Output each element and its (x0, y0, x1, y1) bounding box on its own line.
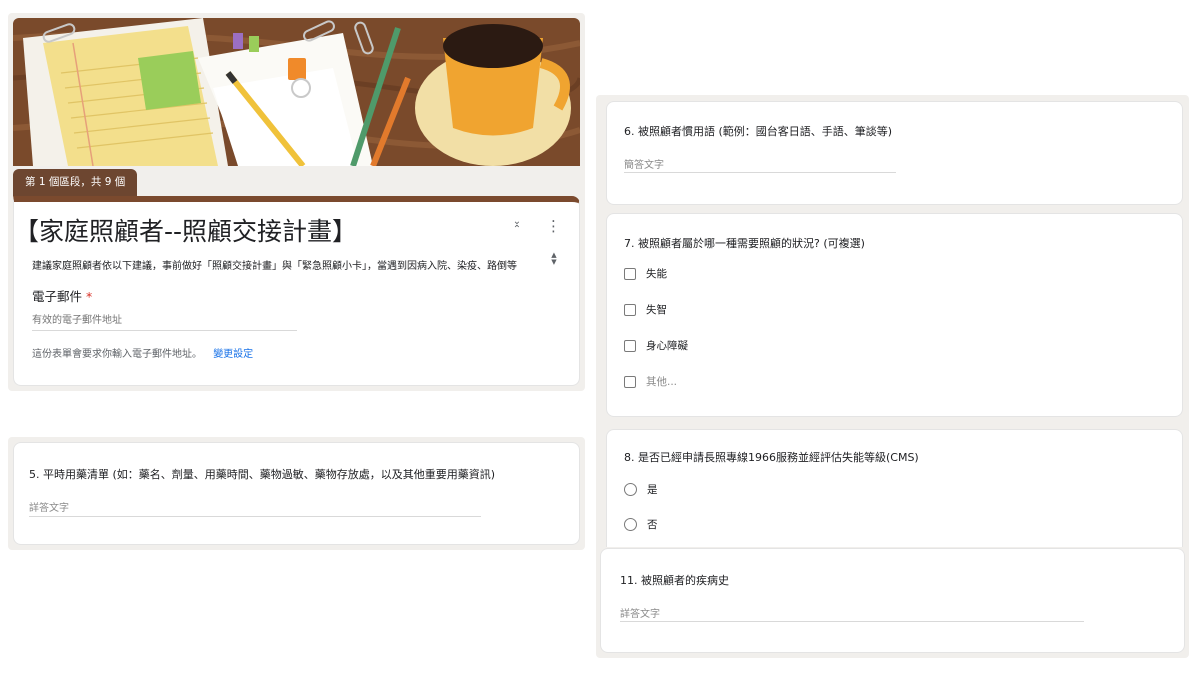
question-5-card: 5. 平時用藥清單 (如：藥名、劑量、用藥時間、藥物過敏、藥物存放處，以及其他重… (13, 442, 580, 545)
form-header-panel: 第 1 個區段，共 9 個 【家庭照顧者--照顧交接計畫】 ⌄ ⌃ ⋮ 建議家庭照… (8, 13, 585, 391)
question-5-underline (29, 516, 481, 517)
right-questions-panel: 6. 被照顧者慣用語 (範例：國台客日語、手語、筆談等) 簡答文字 7. 被照顧… (596, 95, 1189, 658)
form-description[interactable]: 建議家庭照顧者依以下建議，事前做好「照顧交接計畫」與「緊急照顧小卡」，當遇到因病… (32, 254, 562, 270)
question-11-answer[interactable]: 詳答文字 (620, 605, 660, 620)
checkbox-icon[interactable] (624, 267, 636, 280)
required-mark: * (86, 289, 93, 304)
question-5-panel: 5. 平時用藥清單 (如：藥名、劑量、用藥時間、藥物過敏、藥物存放處，以及其他重… (8, 437, 585, 550)
email-note: 這份表單會要求你輸入電子郵件地址。 變更設定 (32, 345, 253, 360)
question-11-underline (620, 621, 1084, 622)
question-5-title: 5. 平時用藥清單 (如：藥名、劑量、用藥時間、藥物過敏、藥物存放處，以及其他重… (29, 468, 496, 481)
collapse-icon[interactable]: ⌄ ⌃ (510, 217, 524, 236)
option-yes[interactable]: 是 (624, 482, 658, 497)
checkbox-icon[interactable] (624, 375, 636, 388)
radio-icon[interactable] (624, 483, 637, 496)
more-options-icon[interactable]: ⋮ (546, 216, 561, 236)
question-7-card: 7. 被照顧者屬於哪一種需要照顧的狀況? (可複選) 失能 失智 身心障礙 其他… (606, 213, 1183, 417)
email-note-text: 這份表單會要求你輸入電子郵件地址。 (32, 349, 202, 360)
section-badge-text: 第 1 個區段，共 9 個 (25, 176, 126, 188)
description-scroll-icon[interactable]: ▲ ▼ (548, 252, 560, 268)
header-banner (13, 18, 580, 166)
radio-icon[interactable] (624, 518, 637, 531)
desk-illustration (13, 18, 580, 166)
option-other[interactable]: 其他... (624, 374, 677, 389)
question-6-answer[interactable]: 簡答文字 (624, 156, 664, 171)
email-input[interactable] (32, 310, 297, 331)
question-8-card: 8. 是否已經申請長照專線1966服務並經評估失能等級(CMS) 是 否 (606, 429, 1183, 547)
section-badge: 第 1 個區段，共 9 個 (13, 169, 138, 196)
question-6-card: 6. 被照顧者慣用語 (範例：國台客日語、手語、筆談等) 簡答文字 (606, 101, 1183, 205)
form-description-text: 建議家庭照顧者依以下建議，事前做好「照顧交接計畫」與「緊急照顧小卡」，當遇到因病… (32, 261, 517, 270)
change-settings-link[interactable]: 變更設定 (213, 349, 253, 360)
question-11-title: 11. 被照顧者的疾病史 (620, 574, 729, 587)
form-title: 【家庭照顧者--照顧交接計畫】 (14, 217, 358, 246)
option-no[interactable]: 否 (624, 517, 658, 532)
option-disability[interactable]: 失能 (624, 266, 667, 281)
question-6-title: 6. 被照顧者慣用語 (範例：國台客日語、手語、筆談等) (624, 125, 893, 138)
question-11-card: 11. 被照顧者的疾病史 詳答文字 (600, 548, 1185, 653)
question-7-title: 7. 被照顧者屬於哪一種需要照顧的狀況? (可複選) (624, 237, 865, 250)
email-label: 電子郵件 * (32, 289, 93, 304)
checkbox-icon[interactable] (624, 339, 636, 352)
option-dementia[interactable]: 失智 (624, 302, 667, 317)
header-card: 【家庭照顧者--照顧交接計畫】 ⌄ ⌃ ⋮ 建議家庭照顧者依以下建議，事前做好「照… (13, 196, 580, 386)
question-5-answer[interactable]: 詳答文字 (29, 499, 69, 514)
checkbox-icon[interactable] (624, 303, 636, 316)
question-8-title: 8. 是否已經申請長照專線1966服務並經評估失能等級(CMS) (624, 451, 919, 464)
option-physical-mental-disability[interactable]: 身心障礙 (624, 338, 688, 353)
question-6-underline (624, 172, 896, 173)
